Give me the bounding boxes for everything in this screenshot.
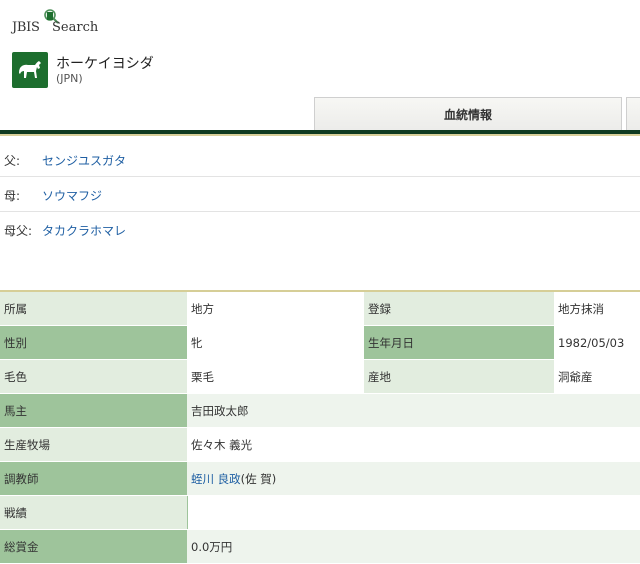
horse-origin: (JPN) — [56, 72, 83, 85]
birthplace-label: 産地 — [364, 359, 554, 394]
table-row: 調教師 蛭川 良政(佐 賀) — [0, 461, 640, 496]
affiliation-value: 地方 — [187, 292, 364, 326]
owner-link[interactable]: 吉田政太郎 — [187, 393, 640, 428]
dam-link[interactable]: ソウマフジ — [42, 187, 102, 204]
table-row: 戦績 — [0, 495, 640, 530]
registration-label: 登録 — [364, 292, 554, 326]
record-value — [186, 495, 640, 530]
earnings-value: 0.0万円 — [187, 529, 640, 564]
damsire-link[interactable]: タカクラホマレ — [42, 222, 126, 239]
trainer-affiliation: (佐 賀) — [240, 471, 277, 486]
registration-value: 地方抹消 — [554, 292, 640, 326]
breeder-link[interactable]: 佐々木 義光 — [187, 427, 640, 462]
sex-value: 牝 — [187, 325, 364, 360]
table-row: 性別 牝 生年月日 1982/05/03 — [0, 325, 640, 360]
logo-search-text: Search — [52, 20, 99, 35]
coat-label: 毛色 — [0, 359, 187, 394]
record-label: 戦績 — [0, 495, 187, 530]
table-row: 馬主 吉田政太郎 — [0, 393, 640, 428]
earnings-label: 総賞金 — [0, 529, 187, 564]
birthdate-value: 1982/05/03 — [554, 325, 640, 360]
damsire-label: 母父: — [4, 224, 33, 238]
tab-pedigree-info[interactable]: 血統情報 — [314, 97, 622, 130]
pedigree-sire-row: 父: センジユスガタ — [0, 142, 640, 177]
pedigree-damsire-row: 母父: タカクラホマレ — [0, 212, 640, 247]
horse-name: ホーケイヨシダ — [56, 56, 154, 72]
table-row: 生産牧場 佐々木 義光 — [0, 427, 640, 462]
trainer-cell: 蛭川 良政(佐 賀) — [187, 461, 640, 496]
sire-link[interactable]: センジユスガタ — [42, 152, 126, 169]
tab-next[interactable] — [626, 97, 640, 130]
dam-label: 母: — [4, 189, 21, 203]
owner-label: 馬主 — [0, 393, 187, 428]
table-row: 総賞金 0.0万円 — [0, 529, 640, 564]
trainer-label: 調教師 — [0, 461, 187, 496]
tab-band-accent — [0, 134, 640, 136]
birthdate-label: 生年月日 — [364, 325, 554, 360]
coat-value: 栗毛 — [187, 359, 364, 394]
birthplace-value: 洞爺産 — [554, 359, 640, 394]
horse-icon — [12, 52, 48, 88]
pedigree-dam-row: 母: ソウマフジ — [0, 177, 640, 212]
sire-label: 父: — [4, 154, 21, 168]
trainer-link[interactable]: 蛭川 良政 — [191, 472, 241, 486]
logo-jbis-text: JBIS — [12, 20, 40, 35]
table-row: 毛色 栗毛 産地 洞爺産 — [0, 359, 640, 394]
horse-info-table: 所属 地方 登録 地方抹消 性別 牝 生年月日 1982/05/03 毛色 栗毛… — [0, 292, 640, 564]
breeder-label: 生産牧場 — [0, 427, 187, 462]
jbis-search-logo[interactable]: JBIS Search — [12, 6, 102, 38]
affiliation-label: 所属 — [0, 292, 187, 326]
table-row: 所属 地方 登録 地方抹消 — [0, 292, 640, 326]
sex-label: 性別 — [0, 325, 187, 360]
